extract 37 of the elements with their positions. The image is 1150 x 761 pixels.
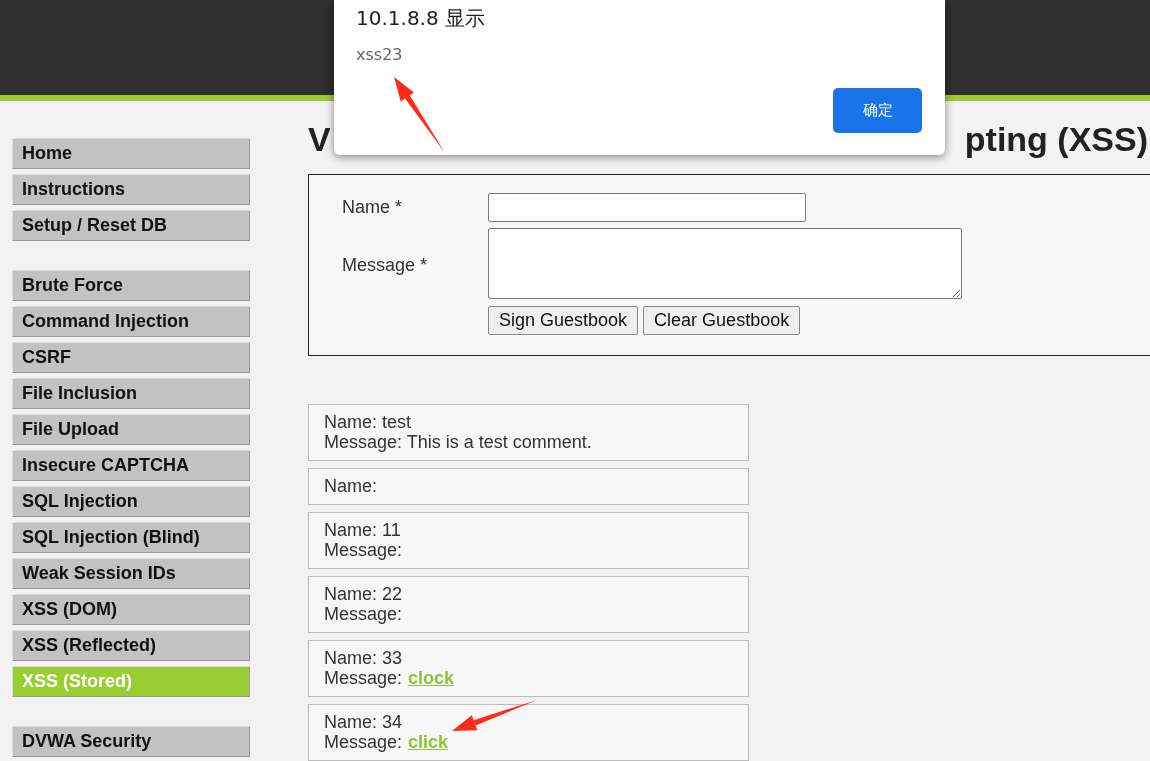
entry-message: Message: xyxy=(324,540,403,560)
page-title: V xyxy=(308,119,331,160)
menu-item[interactable]: XSS (Reflected) xyxy=(12,630,250,661)
field-label: Message * xyxy=(342,254,429,277)
entry-message: Message: xyxy=(324,732,403,752)
form-button[interactable]: Sign Guestbook xyxy=(488,306,639,335)
menu-item[interactable]: File Inclusion xyxy=(12,378,250,409)
dialog-message: xss23 xyxy=(356,44,404,66)
entry-name: Name: 34 xyxy=(324,712,403,732)
menu-item[interactable]: Home xyxy=(12,138,250,169)
menu-item[interactable]: File Upload xyxy=(12,414,250,445)
menu-item[interactable]: Instructions xyxy=(12,174,250,205)
entry-name: Name: xyxy=(324,476,377,496)
field-label: Name * xyxy=(342,196,404,219)
entry-name: Name: test xyxy=(324,412,412,432)
entry-message: Message: xyxy=(324,668,403,688)
menu-item[interactable]: CSRF xyxy=(12,342,250,373)
menu-item[interactable]: SQL Injection (Blind) xyxy=(12,522,250,553)
menu-item[interactable]: XSS (DOM) xyxy=(12,594,250,625)
entry-name: Name: 33 xyxy=(324,648,403,668)
message-field[interactable] xyxy=(488,228,962,299)
entry-name: Name: 22 xyxy=(324,584,403,604)
menu-item[interactable]: Insecure CAPTCHA xyxy=(12,450,250,481)
page-title: pting (XSS) xyxy=(964,119,1149,160)
ok-button[interactable]: 确定 xyxy=(833,88,922,133)
entry-name: Name: 11 xyxy=(324,520,401,540)
menu-item[interactable]: DVWA Security xyxy=(12,726,250,757)
menu-item[interactable]: Command Injection xyxy=(12,306,250,337)
entry-message: Message: This is a test comment. xyxy=(324,432,592,452)
menu-item[interactable]: SQL Injection xyxy=(12,486,250,517)
menu-item[interactable]: Brute Force xyxy=(12,270,250,301)
form-button[interactable]: Clear Guestbook xyxy=(643,306,801,335)
menu-item[interactable]: Weak Session IDs xyxy=(12,558,250,589)
menu-item[interactable]: Setup / Reset DB xyxy=(12,210,250,241)
entry-message: Message: xyxy=(324,604,403,624)
name-field[interactable] xyxy=(488,193,806,222)
dialog-title: 10.1.8.8 显示 xyxy=(356,5,487,32)
